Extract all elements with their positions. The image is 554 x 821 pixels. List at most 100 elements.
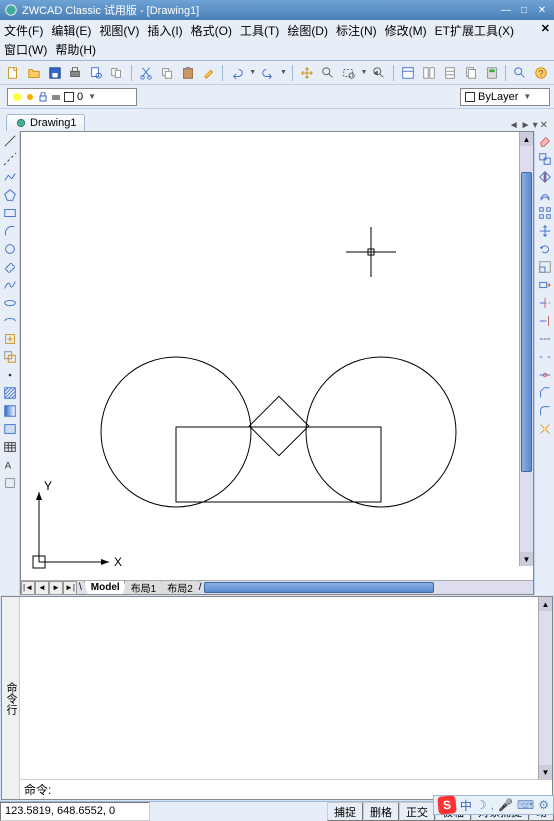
close-button[interactable]: ✕ <box>534 3 550 17</box>
undo-icon[interactable] <box>228 64 246 82</box>
vertical-scrollbar[interactable]: ▲ ▼ <box>519 132 533 566</box>
arc-icon[interactable] <box>2 223 18 239</box>
menu-insert[interactable]: 插入(I) <box>147 22 182 39</box>
help-icon[interactable]: ? <box>532 64 550 82</box>
ime-lang-label[interactable]: 中 <box>460 797 472 814</box>
properties-icon[interactable] <box>399 64 417 82</box>
erase-icon[interactable] <box>537 133 553 149</box>
zoom-window-icon[interactable] <box>340 64 358 82</box>
ellipse-icon[interactable] <box>2 295 18 311</box>
tab-next-button[interactable]: ► <box>521 120 531 131</box>
scroll-down-icon[interactable]: ▼ <box>520 552 533 566</box>
menu-file[interactable]: 文件(F) <box>4 22 43 39</box>
spline-icon[interactable] <box>2 277 18 293</box>
menu-draw[interactable]: 绘图(D) <box>287 22 328 39</box>
scrollbar-thumb[interactable] <box>521 172 532 472</box>
print-icon[interactable] <box>67 64 85 82</box>
layout-prev-button[interactable]: ◄ <box>35 581 49 595</box>
chamfer-icon[interactable] <box>537 385 553 401</box>
layout-last-button[interactable]: ►| <box>63 581 77 595</box>
array-icon[interactable] <box>537 205 553 221</box>
polygon-icon[interactable] <box>2 187 18 203</box>
scroll-down-icon[interactable]: ▼ <box>539 765 552 779</box>
extend-icon[interactable] <box>537 313 553 329</box>
tab-layout2[interactable]: 布局2 <box>160 581 200 595</box>
menu-et[interactable]: ET扩展工具(X) <box>435 22 514 39</box>
trim-icon[interactable] <box>537 295 553 311</box>
publish-icon[interactable] <box>108 64 126 82</box>
zoom-dropdown[interactable]: ▼ <box>360 69 367 76</box>
command-scrollbar[interactable]: ▲ ▼ <box>538 597 552 779</box>
circle-icon[interactable] <box>2 241 18 257</box>
scale-icon[interactable] <box>537 259 553 275</box>
tab-close-button[interactable]: ✕ <box>540 120 548 131</box>
command-output[interactable]: ▲ ▼ <box>20 597 552 779</box>
cut-icon[interactable] <box>137 64 155 82</box>
menu-edit[interactable]: 编辑(E) <box>51 22 91 39</box>
scroll-up-icon[interactable]: ▲ <box>539 597 552 611</box>
ortho-toggle[interactable]: 正交 <box>399 802 435 821</box>
match-properties-icon[interactable] <box>200 64 218 82</box>
new-icon[interactable] <box>4 64 22 82</box>
zoom-help-icon[interactable] <box>511 64 529 82</box>
coordinates-readout[interactable]: 123.5819, 648.6552, 0 <box>0 802 150 821</box>
tab-prev-button[interactable]: ◄ <box>509 120 519 131</box>
keyboard-icon[interactable]: ⌨ <box>517 798 534 812</box>
copy-object-icon[interactable] <box>537 151 553 167</box>
rectangle-icon[interactable] <box>2 205 18 221</box>
mic-icon[interactable]: 🎤 <box>498 798 513 812</box>
layer-combo[interactable]: 0 ▼ <box>7 88 137 106</box>
scrollbar-thumb[interactable] <box>204 582 434 593</box>
break-at-point-icon[interactable] <box>537 331 553 347</box>
redo-icon[interactable] <box>259 64 277 82</box>
pan-icon[interactable] <box>298 64 316 82</box>
document-tab[interactable]: Drawing1 <box>6 114 85 131</box>
tab-layout1[interactable]: 布局1 <box>124 581 164 595</box>
tab-pin-button[interactable]: ▾ <box>533 120 538 131</box>
design-center-icon[interactable] <box>420 64 438 82</box>
tool-palette-icon[interactable] <box>441 64 459 82</box>
layout-next-button[interactable]: ► <box>49 581 63 595</box>
move-icon[interactable] <box>537 223 553 239</box>
insert-block-icon[interactable] <box>2 331 18 347</box>
fillet-icon[interactable] <box>537 403 553 419</box>
line-icon[interactable] <box>2 133 18 149</box>
hatch-icon[interactable] <box>2 385 18 401</box>
print-preview-icon[interactable] <box>87 64 105 82</box>
join-icon[interactable] <box>537 367 553 383</box>
table-icon[interactable] <box>2 439 18 455</box>
minimize-button[interactable]: — <box>498 3 514 17</box>
additional-tool-icon[interactable] <box>2 475 18 491</box>
menu-dim[interactable]: 标注(N) <box>336 22 377 39</box>
maximize-button[interactable]: □ <box>516 3 532 17</box>
copy-icon[interactable] <box>158 64 176 82</box>
gear-icon[interactable]: ⚙ <box>538 798 549 812</box>
make-block-icon[interactable] <box>2 349 18 365</box>
paste-icon[interactable] <box>179 64 197 82</box>
menu-modify[interactable]: 修改(M) <box>385 22 427 39</box>
zoom-previous-icon[interactable] <box>370 64 388 82</box>
stretch-icon[interactable] <box>537 277 553 293</box>
menu-format[interactable]: 格式(O) <box>191 22 232 39</box>
menu-help[interactable]: 帮助(H) <box>55 41 96 58</box>
polyline-icon[interactable] <box>2 169 18 185</box>
mtext-icon[interactable]: A <box>2 457 18 473</box>
redo-dropdown[interactable]: ▼ <box>280 69 287 76</box>
tab-model[interactable]: Model <box>84 581 127 595</box>
menu-tools[interactable]: 工具(T) <box>240 22 279 39</box>
mirror-icon[interactable] <box>537 169 553 185</box>
horizontal-scrollbar[interactable] <box>202 581 533 594</box>
mdi-close-button[interactable]: ✕ <box>541 22 550 39</box>
zoom-realtime-icon[interactable] <box>319 64 337 82</box>
rotate-icon[interactable] <box>537 241 553 257</box>
drawing-canvas[interactable]: Y X ▲ ▼ <box>21 132 533 580</box>
snap-toggle[interactable]: 捕捉 <box>327 802 363 821</box>
gradient-icon[interactable] <box>2 403 18 419</box>
undo-dropdown[interactable]: ▼ <box>249 69 256 76</box>
offset-icon[interactable] <box>537 187 553 203</box>
comma-icon[interactable]: , <box>491 798 494 812</box>
grid-toggle[interactable]: 删格 <box>363 802 399 821</box>
ime-sogou-icon[interactable]: S <box>437 795 457 815</box>
moon-icon[interactable]: ☽ <box>476 798 487 812</box>
break-icon[interactable] <box>537 349 553 365</box>
